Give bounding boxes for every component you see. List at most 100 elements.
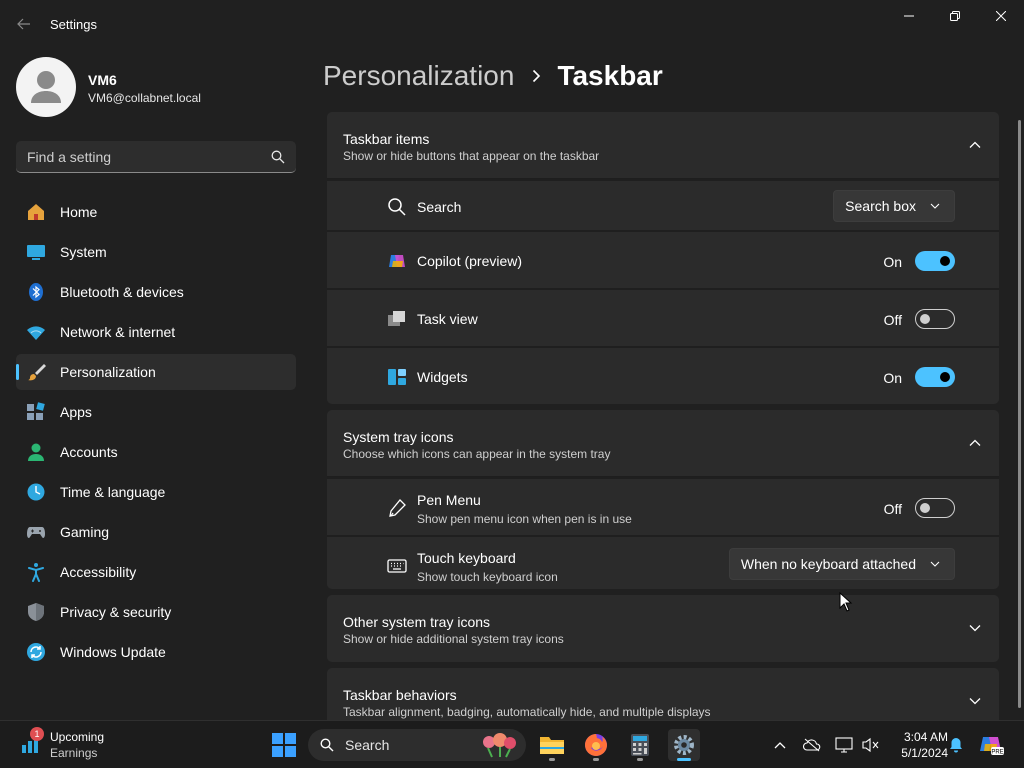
- breadcrumb-parent-link[interactable]: Personalization: [323, 60, 514, 92]
- sidebar-item-label: Windows Update: [60, 644, 166, 660]
- search-icon: [320, 738, 334, 752]
- update-icon: [27, 643, 45, 661]
- widgets-row: Widgets On: [327, 346, 999, 404]
- svg-text:PRE: PRE: [991, 750, 1003, 756]
- toggle-knob: [940, 256, 950, 266]
- sidebar-item-apps[interactable]: Apps: [16, 394, 296, 430]
- search-mode-dropdown[interactable]: Search box: [833, 190, 955, 222]
- widgets-icon: [388, 369, 406, 385]
- running-indicator: [593, 758, 599, 761]
- gamepad-icon: [27, 527, 45, 538]
- bell-icon: [950, 738, 962, 753]
- start-icon: [272, 733, 296, 757]
- minimize-button[interactable]: [886, 0, 932, 32]
- scrollbar[interactable]: [1018, 120, 1021, 708]
- accounts-icon: [28, 443, 44, 461]
- widgets-button[interactable]: 1 Upcoming Earnings: [18, 727, 118, 761]
- user-profile[interactable]: VM6 VM6@collabnet.local: [16, 57, 296, 117]
- sidebar-item-gaming[interactable]: Gaming: [16, 514, 296, 550]
- pen-menu-row: Pen Menu Show pen menu icon when pen is …: [327, 477, 999, 535]
- widgets-toggle[interactable]: [915, 367, 955, 387]
- chevron-right-icon: [532, 69, 541, 83]
- copilot-toggle[interactable]: [915, 251, 955, 271]
- back-button[interactable]: [10, 10, 38, 38]
- calculator-icon: [631, 734, 649, 756]
- other-tray-icons-section[interactable]: Other system tray icons Show or hide add…: [327, 595, 999, 662]
- system-tray-header[interactable]: System tray icons Choose which icons can…: [327, 410, 999, 477]
- restore-icon: [950, 11, 960, 21]
- taskbar-search[interactable]: Search: [308, 729, 526, 761]
- find-setting-box: [16, 141, 296, 173]
- sidebar-item-accounts[interactable]: Accounts: [16, 434, 296, 470]
- section-subtitle: Taskbar alignment, badging, automaticall…: [343, 705, 711, 719]
- show-hidden-icons-button[interactable]: [770, 733, 790, 757]
- network-monitor-icon: [835, 737, 853, 753]
- avatar: [16, 57, 76, 117]
- clock[interactable]: 3:04 AM 5/1/2024: [888, 729, 948, 761]
- search-input[interactable]: [16, 141, 266, 172]
- chevron-up-icon[interactable]: [969, 139, 981, 151]
- copilot-tray-button[interactable]: PRE: [978, 733, 1006, 757]
- toggle-state-text: Off: [883, 312, 902, 328]
- chevron-up-icon[interactable]: [969, 437, 981, 449]
- toggle-state-text: On: [883, 370, 902, 386]
- firefox-button[interactable]: [580, 729, 612, 761]
- section-subtitle: Show or hide buttons that appear on the …: [343, 149, 600, 163]
- toggle-state-text: Off: [883, 501, 902, 517]
- sidebar-nav: Home System Bluetooth & devices Network …: [16, 194, 296, 674]
- section-subtitle: Choose which icons can appear in the sys…: [343, 447, 611, 461]
- section-title: Taskbar behaviors: [343, 687, 457, 703]
- volume-tray-button[interactable]: [860, 733, 880, 757]
- search-row: Search Search box: [327, 179, 999, 230]
- sidebar-item-home[interactable]: Home: [16, 194, 296, 230]
- notification-bell-button[interactable]: [946, 733, 966, 757]
- restore-button[interactable]: [932, 0, 978, 32]
- touch-keyboard-dropdown[interactable]: When no keyboard attached: [728, 548, 955, 580]
- sidebar-item-bluetooth[interactable]: Bluetooth & devices: [16, 274, 296, 310]
- wifi-icon: [27, 326, 45, 340]
- sidebar-item-accessibility[interactable]: Accessibility: [16, 554, 296, 590]
- task-view-toggle[interactable]: [915, 309, 955, 329]
- copilot-pre-icon: PRE: [980, 737, 1004, 756]
- sidebar-item-label: Privacy & security: [60, 604, 172, 620]
- start-button[interactable]: [268, 729, 300, 761]
- page-title: Taskbar: [557, 60, 663, 91]
- accessibility-icon: [28, 563, 44, 582]
- toggle-state-text: On: [883, 254, 902, 270]
- settings-icon: [674, 735, 694, 755]
- onedrive-tray-button[interactable]: [802, 733, 822, 757]
- pen-menu-toggle[interactable]: [915, 498, 955, 518]
- taskbar-items-header[interactable]: Taskbar items Show or hide buttons that …: [327, 112, 999, 179]
- chevron-down-icon[interactable]: [969, 695, 981, 707]
- calculator-button[interactable]: [624, 729, 656, 761]
- network-tray-button[interactable]: [834, 733, 854, 757]
- file-explorer-button[interactable]: [536, 729, 568, 761]
- mouse-cursor-icon: [839, 592, 853, 612]
- sidebar-item-personalization[interactable]: Personalization: [16, 354, 296, 390]
- taskbar-behaviors-header[interactable]: Taskbar behaviors Taskbar alignment, bad…: [327, 668, 999, 720]
- taskbar-behaviors-section[interactable]: Taskbar behaviors Taskbar alignment, bad…: [327, 668, 999, 720]
- row-label: Touch keyboard: [417, 550, 516, 566]
- section-title: System tray icons: [343, 429, 454, 445]
- sidebar-item-label: Accounts: [60, 444, 118, 460]
- bluetooth-icon: [29, 283, 43, 301]
- copilot-row: Copilot (preview) On: [327, 230, 999, 288]
- task-view-icon: [388, 311, 405, 326]
- sidebar-item-label: Home: [60, 204, 98, 220]
- chevron-down-icon[interactable]: [969, 622, 981, 634]
- sidebar-item-privacy-security[interactable]: Privacy & security: [16, 594, 296, 630]
- sidebar-item-windows-update[interactable]: Windows Update: [16, 634, 296, 670]
- other-tray-icons-header[interactable]: Other system tray icons Show or hide add…: [327, 595, 999, 662]
- sidebar-item-network[interactable]: Network & internet: [16, 314, 296, 350]
- home-icon: [28, 204, 44, 220]
- row-label: Widgets: [417, 369, 468, 385]
- search-icon[interactable]: [271, 150, 285, 164]
- close-button[interactable]: [978, 0, 1024, 32]
- sidebar-item-system[interactable]: System: [16, 234, 296, 270]
- firefox-icon: [585, 734, 607, 756]
- sidebar-item-label: Accessibility: [60, 564, 137, 580]
- settings-button[interactable]: [668, 729, 700, 761]
- minimize-icon: [904, 15, 914, 17]
- sidebar-item-time-language[interactable]: Time & language: [16, 474, 296, 510]
- task-view-row: Task view Off: [327, 288, 999, 346]
